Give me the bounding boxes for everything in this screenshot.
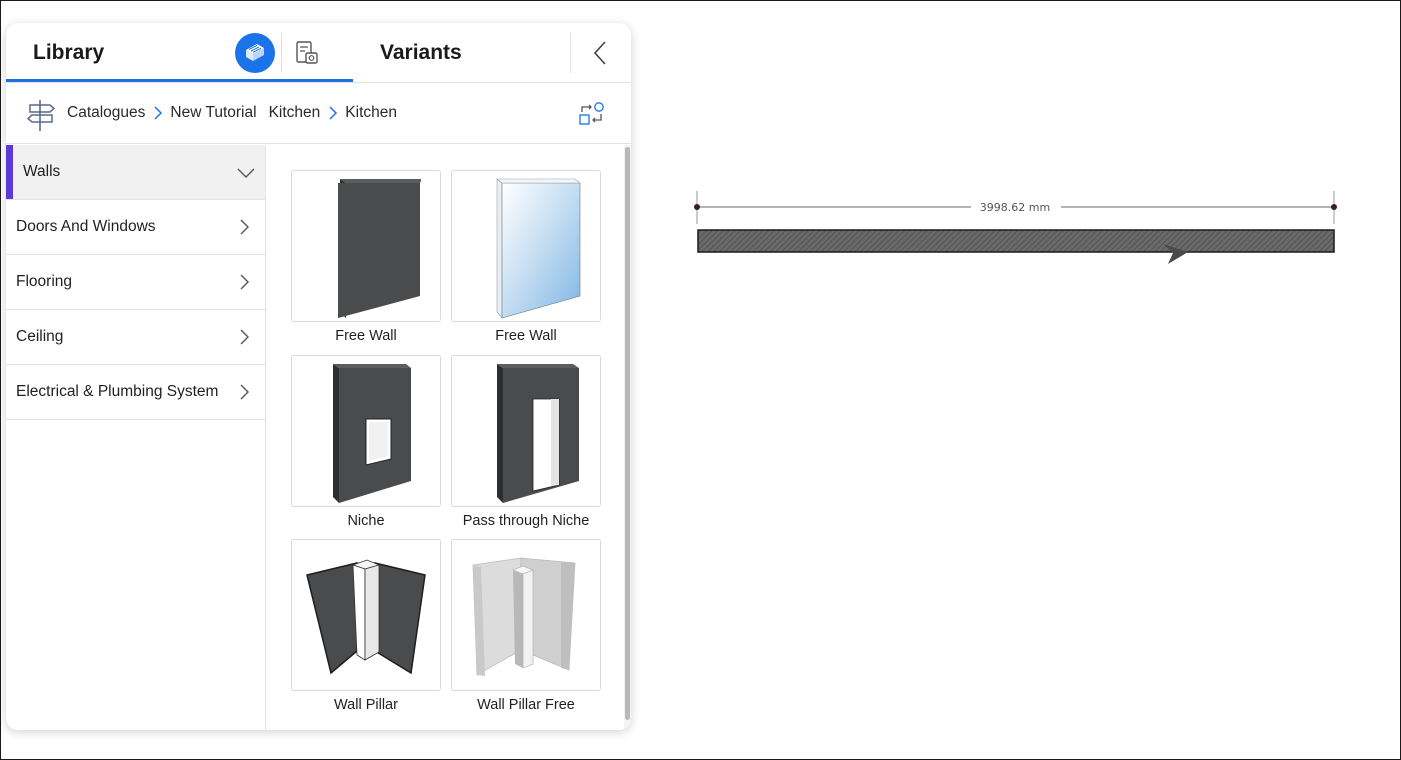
dimension-label: 3998.62 mm [980, 201, 1050, 214]
item-thumbnail [291, 170, 441, 322]
item-thumbnail [291, 355, 441, 507]
category-label: Doors And Windows [16, 218, 156, 235]
category-label: Electrical & Plumbing System [16, 383, 219, 400]
item-label: Wall Pillar [334, 697, 398, 713]
grid-scrollbar[interactable] [624, 145, 631, 730]
signpost-icon [26, 100, 56, 131]
breadcrumb-item-kitchen-current[interactable]: Kitchen [345, 104, 397, 122]
item-label: Wall Pillar Free [477, 697, 575, 713]
category-flooring[interactable]: Flooring [6, 255, 265, 310]
item-card-pass-through-niche[interactable]: Pass through Niche [451, 355, 601, 529]
item-label: Free Wall [335, 328, 397, 344]
breadcrumb-item-kitchen[interactable]: Kitchen [269, 104, 321, 122]
category-label: Flooring [16, 273, 72, 290]
canvas-drawing: 3998.62 mm [694, 191, 1337, 264]
item-label: Free Wall [495, 328, 557, 344]
item-thumbnail [451, 355, 601, 507]
panel-tabs: Library Variants [6, 23, 631, 83]
furniture-library-icon [246, 44, 264, 61]
item-thumbnail [451, 539, 601, 691]
dimension-endpoint-left[interactable] [694, 204, 700, 210]
tab-variants[interactable]: Variants [380, 41, 462, 65]
switch-catalog-icon[interactable] [578, 101, 606, 127]
item-thumbnail [291, 539, 441, 691]
library-panel: Library Variants Catalogues New Tutorial… [6, 23, 631, 730]
category-walls[interactable]: Walls [6, 145, 265, 200]
category-label: Walls [23, 163, 61, 180]
tab-library-underline [6, 79, 353, 82]
item-card-free-wall[interactable]: Free Wall [291, 170, 441, 344]
collapse-panel-chevron-left-icon[interactable] [588, 39, 612, 67]
dimension-endpoint-right[interactable] [1331, 204, 1337, 210]
tab-divider [281, 33, 282, 73]
category-ceiling[interactable]: Ceiling [6, 310, 265, 365]
category-list: Walls Doors And Windows Flooring Ceiling… [6, 145, 266, 730]
category-electrical-plumbing[interactable]: Electrical & Plumbing System [6, 365, 265, 420]
pass-through-niche-icon [497, 363, 579, 503]
wall-segment[interactable] [697, 229, 1335, 253]
chevron-right-icon [154, 106, 163, 120]
wall-panel-icon [338, 178, 421, 318]
chevron-down-icon [237, 168, 255, 178]
breadcrumb-item-catalogues[interactable]: Catalogues [67, 104, 145, 122]
item-thumbnail [451, 170, 601, 322]
chevron-right-icon [240, 329, 249, 345]
item-grid: Free Wall Free Wall Niche Pass through N… [267, 145, 631, 730]
item-label: Niche [347, 513, 385, 529]
wall-pillar-free-icon [472, 557, 576, 676]
chevron-right-icon [240, 384, 249, 400]
category-label: Ceiling [16, 328, 64, 345]
item-label: Pass through Niche [462, 513, 590, 529]
breadcrumb-path: Catalogues New Tutorial Kitchen Kitchen [67, 104, 397, 122]
design-canvas[interactable]: 3998.62 mm [631, 0, 1400, 760]
scrollbar-thumb[interactable] [625, 147, 630, 720]
item-card-wall-pillar[interactable]: Wall Pillar [291, 539, 441, 713]
breadcrumb-item-new-tutorial[interactable]: New Tutorial [170, 104, 256, 122]
header-divider [570, 33, 571, 73]
category-doors-and-windows[interactable]: Doors And Windows [6, 200, 265, 255]
chevron-right-icon [329, 106, 338, 120]
niche-wall-icon [333, 363, 411, 503]
library-mode-button[interactable] [235, 33, 275, 73]
item-card-wall-pillar-free[interactable]: Wall Pillar Free [451, 539, 601, 713]
wall-pillar-icon [306, 559, 426, 675]
catalog-icon[interactable] [294, 40, 320, 66]
chevron-right-icon [240, 274, 249, 290]
chevron-right-icon [240, 219, 249, 235]
glass-wall-icon [496, 177, 581, 319]
tab-library[interactable]: Library [33, 41, 104, 65]
breadcrumb: Catalogues New Tutorial Kitchen Kitchen [6, 84, 631, 144]
item-card-free-wall-glass[interactable]: Free Wall [451, 170, 601, 344]
item-card-niche[interactable]: Niche [291, 355, 441, 529]
